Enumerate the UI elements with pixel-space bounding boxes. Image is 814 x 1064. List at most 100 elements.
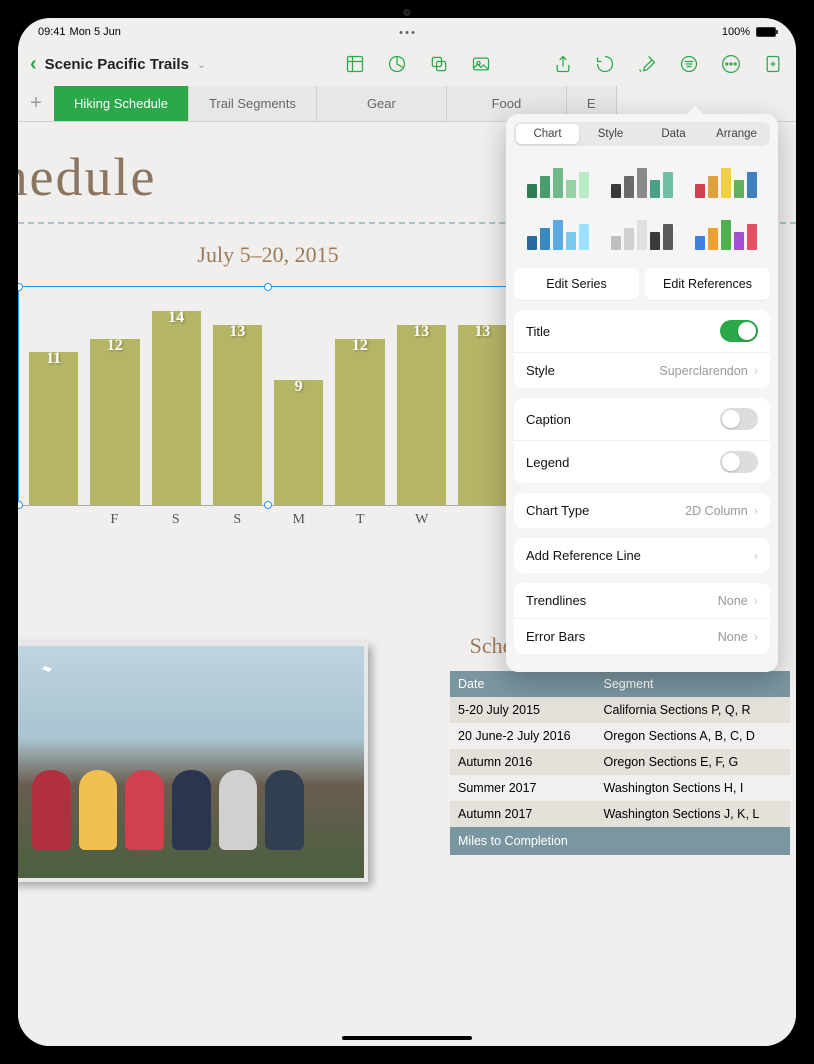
- bar-value-label: 14: [168, 309, 184, 327]
- row-caption-toggle[interactable]: Caption: [514, 398, 770, 441]
- chart-style-thumb[interactable]: [518, 210, 598, 254]
- x-axis-label: [459, 512, 509, 528]
- popover-tab-data[interactable]: Data: [642, 124, 705, 144]
- camera-dot: [404, 9, 411, 16]
- row-add-reference-line[interactable]: Add Reference Line ›: [514, 538, 770, 573]
- photo-person: [265, 770, 304, 850]
- x-axis-label: [28, 512, 78, 528]
- edit-series-button[interactable]: Edit Series: [514, 268, 639, 300]
- undo-icon[interactable]: [594, 53, 616, 75]
- schedule-table[interactable]: DateSegment 5-20 July 2015California Sec…: [450, 671, 790, 827]
- x-axis-label: S: [213, 512, 263, 528]
- row-chart-type[interactable]: Chart Type 2D Column›: [514, 493, 770, 528]
- edit-references-button[interactable]: Edit References: [645, 268, 770, 300]
- status-date: Mon 5 Jun: [70, 26, 121, 38]
- chart-style-thumb[interactable]: [602, 210, 682, 254]
- table-row[interactable]: Summer 2017Washington Sections H, I: [450, 775, 790, 801]
- organize-icon[interactable]: [678, 53, 700, 75]
- row-legend-toggle[interactable]: Legend: [514, 441, 770, 483]
- add-sheet-button[interactable]: +: [18, 86, 54, 121]
- chart-style-thumb[interactable]: [686, 158, 766, 202]
- x-axis-label: W: [397, 512, 447, 528]
- x-axis-label: F: [90, 512, 140, 528]
- popover-tabs: Chart Style Data Arrange: [514, 122, 770, 146]
- bar-value-label: 13: [413, 323, 429, 341]
- table-row[interactable]: 5-20 July 2015California Sections P, Q, …: [450, 697, 790, 723]
- insert-table-icon[interactable]: [344, 53, 366, 75]
- photo-person: [32, 770, 71, 850]
- selection-handle[interactable]: [264, 283, 272, 291]
- chart-style-grid: [514, 154, 770, 258]
- row-error-bars[interactable]: Error Bars None›: [514, 619, 770, 654]
- bar-value-label: 13: [474, 323, 490, 341]
- chevron-right-icon: ›: [754, 503, 758, 518]
- chart-bar: 12: [90, 297, 139, 505]
- chevron-right-icon: ›: [754, 593, 758, 608]
- document-title[interactable]: Scenic Pacific Trails: [45, 56, 189, 73]
- chart-bar: 13: [397, 297, 446, 505]
- selection-handle[interactable]: [18, 283, 23, 291]
- x-axis-label: S: [151, 512, 201, 528]
- insert-shape-icon[interactable]: [428, 53, 450, 75]
- table-row[interactable]: Autumn 2017Washington Sections J, K, L: [450, 801, 790, 827]
- new-sheet-icon[interactable]: [762, 53, 784, 75]
- popover-tab-style[interactable]: Style: [579, 124, 642, 144]
- x-axis-label: T: [336, 512, 386, 528]
- more-icon[interactable]: [720, 53, 742, 75]
- chart-bar: 9: [274, 297, 323, 505]
- row-trendlines[interactable]: Trendlines None›: [514, 583, 770, 619]
- chart-style-thumb[interactable]: [686, 210, 766, 254]
- screen: 09:41 Mon 5 Jun 100% ‹ Scenic Pacific Tr…: [18, 18, 796, 1046]
- chart-plot-area[interactable]: 11 12 14 13 9 12 13 13: [18, 286, 518, 506]
- bar-value-label: 13: [229, 323, 245, 341]
- share-icon[interactable]: [552, 53, 574, 75]
- popover-tab-chart[interactable]: Chart: [516, 124, 579, 144]
- popover-tab-arrange[interactable]: Arrange: [705, 124, 768, 144]
- photo-person: [125, 770, 164, 850]
- selection-handle[interactable]: [264, 501, 272, 509]
- ipad-frame: 09:41 Mon 5 Jun 100% ‹ Scenic Pacific Tr…: [0, 0, 814, 1064]
- table-row[interactable]: Autumn 2016Oregon Sections E, F, G: [450, 749, 790, 775]
- chart-title: July 5–20, 2015: [18, 242, 518, 268]
- schedule-footer-row: Miles to Completion: [450, 827, 790, 855]
- chart-bar: 13: [458, 297, 507, 505]
- app-toolbar: ‹ Scenic Pacific Trails ⌄: [18, 42, 796, 86]
- chevron-right-icon: ›: [754, 629, 758, 644]
- multitask-dots[interactable]: [400, 31, 415, 34]
- photo-person: [219, 770, 258, 850]
- chart-style-thumb[interactable]: [602, 158, 682, 202]
- caption-toggle[interactable]: [720, 408, 758, 430]
- chart-bar: 12: [335, 297, 384, 505]
- bar-value-label: 9: [295, 378, 303, 396]
- format-brush-icon[interactable]: [636, 53, 658, 75]
- tab-hiking-schedule[interactable]: Hiking Schedule: [54, 86, 189, 121]
- photo-object[interactable]: [18, 642, 368, 882]
- home-indicator[interactable]: [342, 1036, 472, 1040]
- battery-icon: [756, 27, 776, 37]
- table-row[interactable]: 20 June-2 July 2016Oregon Sections A, B,…: [450, 723, 790, 749]
- doc-menu-chevron-icon[interactable]: ⌄: [197, 58, 206, 71]
- tab-trail-segments[interactable]: Trail Segments: [189, 86, 317, 121]
- chart-bar: 11: [29, 297, 78, 505]
- tab-gear[interactable]: Gear: [317, 86, 447, 121]
- legend-toggle[interactable]: [720, 451, 758, 473]
- chevron-right-icon: ›: [754, 548, 758, 563]
- insert-chart-icon[interactable]: [386, 53, 408, 75]
- row-style[interactable]: Style Superclarendon›: [514, 353, 770, 388]
- back-button[interactable]: ‹: [30, 53, 37, 76]
- chart-object[interactable]: July 5–20, 2015 111214139121313 FSSMTW: [18, 242, 518, 528]
- photo-person: [172, 770, 211, 850]
- page-heading: g Schedule: [18, 146, 156, 208]
- title-toggle[interactable]: [720, 320, 758, 342]
- table-header: Segment: [596, 671, 791, 697]
- bar-value-label: 12: [107, 337, 123, 355]
- chart-bar: 13: [213, 297, 262, 505]
- battery-percent: 100%: [722, 26, 750, 38]
- chart-style-thumb[interactable]: [518, 158, 598, 202]
- photo-person: [79, 770, 118, 850]
- chevron-right-icon: ›: [754, 363, 758, 378]
- insert-media-icon[interactable]: [470, 53, 492, 75]
- status-bar: 09:41 Mon 5 Jun 100%: [18, 18, 796, 42]
- bar-value-label: 11: [46, 350, 61, 368]
- row-title-toggle[interactable]: Title: [514, 310, 770, 353]
